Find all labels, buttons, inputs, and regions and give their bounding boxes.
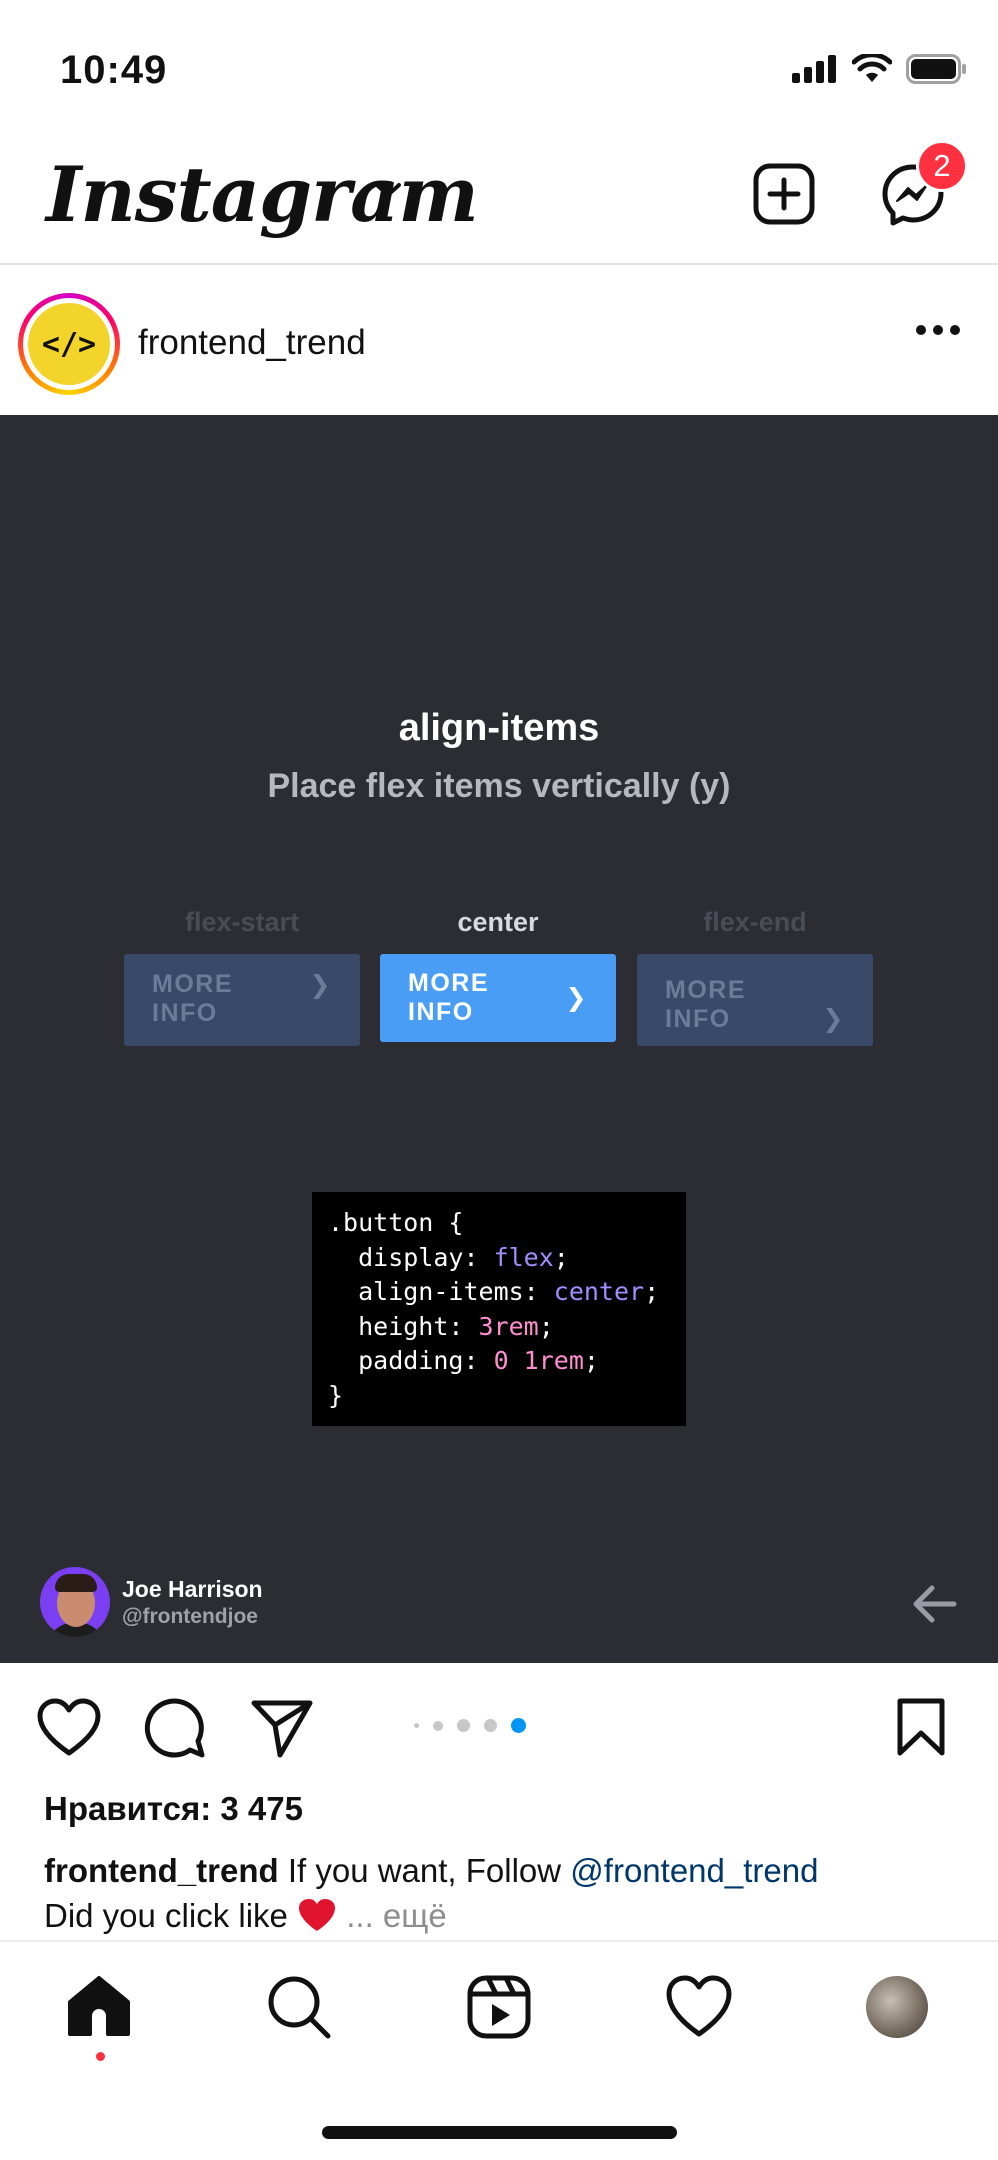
home-icon[interactable] (64, 1972, 134, 2042)
home-indicator (322, 2126, 677, 2139)
carousel-indicator (414, 1718, 526, 1733)
code-prop-align-items: align-items: (328, 1277, 554, 1306)
carousel-dot-active (511, 1718, 526, 1733)
status-time: 10:49 (60, 48, 168, 92)
more-options-icon[interactable] (916, 325, 960, 335)
red-heart-emoji-icon (299, 1899, 336, 1931)
avatar-code-logo: </> (28, 303, 110, 385)
carousel-dot (457, 1719, 470, 1732)
post-header: </> frontend_trend (0, 265, 998, 415)
instagram-logo[interactable]: Instagram (46, 150, 479, 239)
demo-button-text: MORE INFO (152, 970, 233, 1027)
demo-label-center: center (457, 907, 539, 937)
like-heart-icon[interactable] (36, 1697, 102, 1757)
post-username[interactable]: frontend_trend (138, 323, 366, 363)
media-subtitle: Place flex items vertically (y) (267, 767, 731, 805)
message-count-badge: 2 (916, 140, 968, 192)
demo-box-center: MORE INFO ❯ (380, 954, 616, 1042)
chevron-right-icon: ❯ (822, 1005, 845, 1033)
code-prop-height: height: (328, 1311, 479, 1341)
media-author: Joe Harrison @frontendjoe (40, 1567, 263, 1637)
caption-text: If you want, Follow (278, 1852, 571, 1889)
code-val-padding: 0 1rem (493, 1346, 584, 1375)
battery-icon (906, 54, 966, 84)
demo-label-flex-end: flex-end (703, 907, 807, 937)
code-val-display: flex (493, 1242, 554, 1272)
code-val-height: 3rem (478, 1311, 539, 1341)
caption-username[interactable]: frontend_trend (44, 1852, 279, 1889)
post-caption: frontend_trend If you want, Follow @fron… (44, 1848, 974, 1938)
search-icon[interactable] (264, 1972, 334, 2042)
carousel-dot (484, 1719, 497, 1732)
caption-text-2: Did you click like (44, 1897, 298, 1934)
share-send-icon[interactable] (250, 1697, 314, 1759)
demo-box-flex-start: MORE INFO ❯ (124, 954, 360, 1046)
save-bookmark-icon[interactable] (896, 1697, 946, 1757)
story-avatar[interactable]: </> (18, 293, 120, 395)
status-bar: 10:49 (0, 0, 998, 140)
caption-mention[interactable]: @frontend_trend (570, 1852, 818, 1889)
code-val-align-items: center (553, 1277, 645, 1306)
caption-more-link[interactable]: ещё (383, 1897, 447, 1934)
code-line-1: .button { (328, 1208, 464, 1237)
demo-box-flex-end: MORE INFO ❯ (637, 954, 873, 1046)
app-header: Instagram 2 (0, 140, 998, 265)
chevron-right-icon: ❯ (309, 971, 332, 999)
carousel-dot (414, 1723, 419, 1728)
author-name: Joe Harrison (122, 1575, 263, 1602)
chevron-down-icon[interactable] (372, 178, 404, 202)
carousel-dot (433, 1720, 443, 1731)
demo-button-text: MORE INFO (665, 976, 746, 1033)
demo-label-flex-start: flex-start (184, 907, 300, 937)
code-prop-display: display: (328, 1242, 494, 1272)
media-title: align-items (398, 707, 600, 749)
author-handle: @frontendjoe (122, 1604, 258, 1628)
arrow-left-icon (913, 1585, 957, 1623)
likes-count[interactable]: Нравится: 3 475 (44, 1790, 303, 1828)
code-line-close: } (328, 1380, 344, 1410)
comment-icon[interactable] (144, 1697, 206, 1759)
chevron-right-icon: ❯ (565, 984, 588, 1012)
activity-heart-icon[interactable] (664, 1972, 734, 2042)
home-active-dot (96, 2052, 105, 2061)
status-icons (792, 54, 968, 84)
new-post-icon[interactable] (752, 162, 816, 226)
author-avatar (40, 1567, 110, 1637)
profile-avatar[interactable] (866, 1976, 928, 2038)
wifi-icon (852, 54, 892, 82)
demo-button-text: MORE INFO (408, 969, 489, 1026)
post-actions (0, 1663, 998, 1788)
code-snippet: .button { display: flex; align-items: ce… (312, 1192, 686, 1426)
reels-icon[interactable] (464, 1972, 534, 2042)
post-media[interactable]: align-items Place flex items vertically … (0, 415, 998, 1663)
cellular-signal-icon (792, 55, 836, 83)
caption-ellipsis: ... (337, 1897, 383, 1934)
code-prop-padding: padding: (328, 1346, 494, 1375)
